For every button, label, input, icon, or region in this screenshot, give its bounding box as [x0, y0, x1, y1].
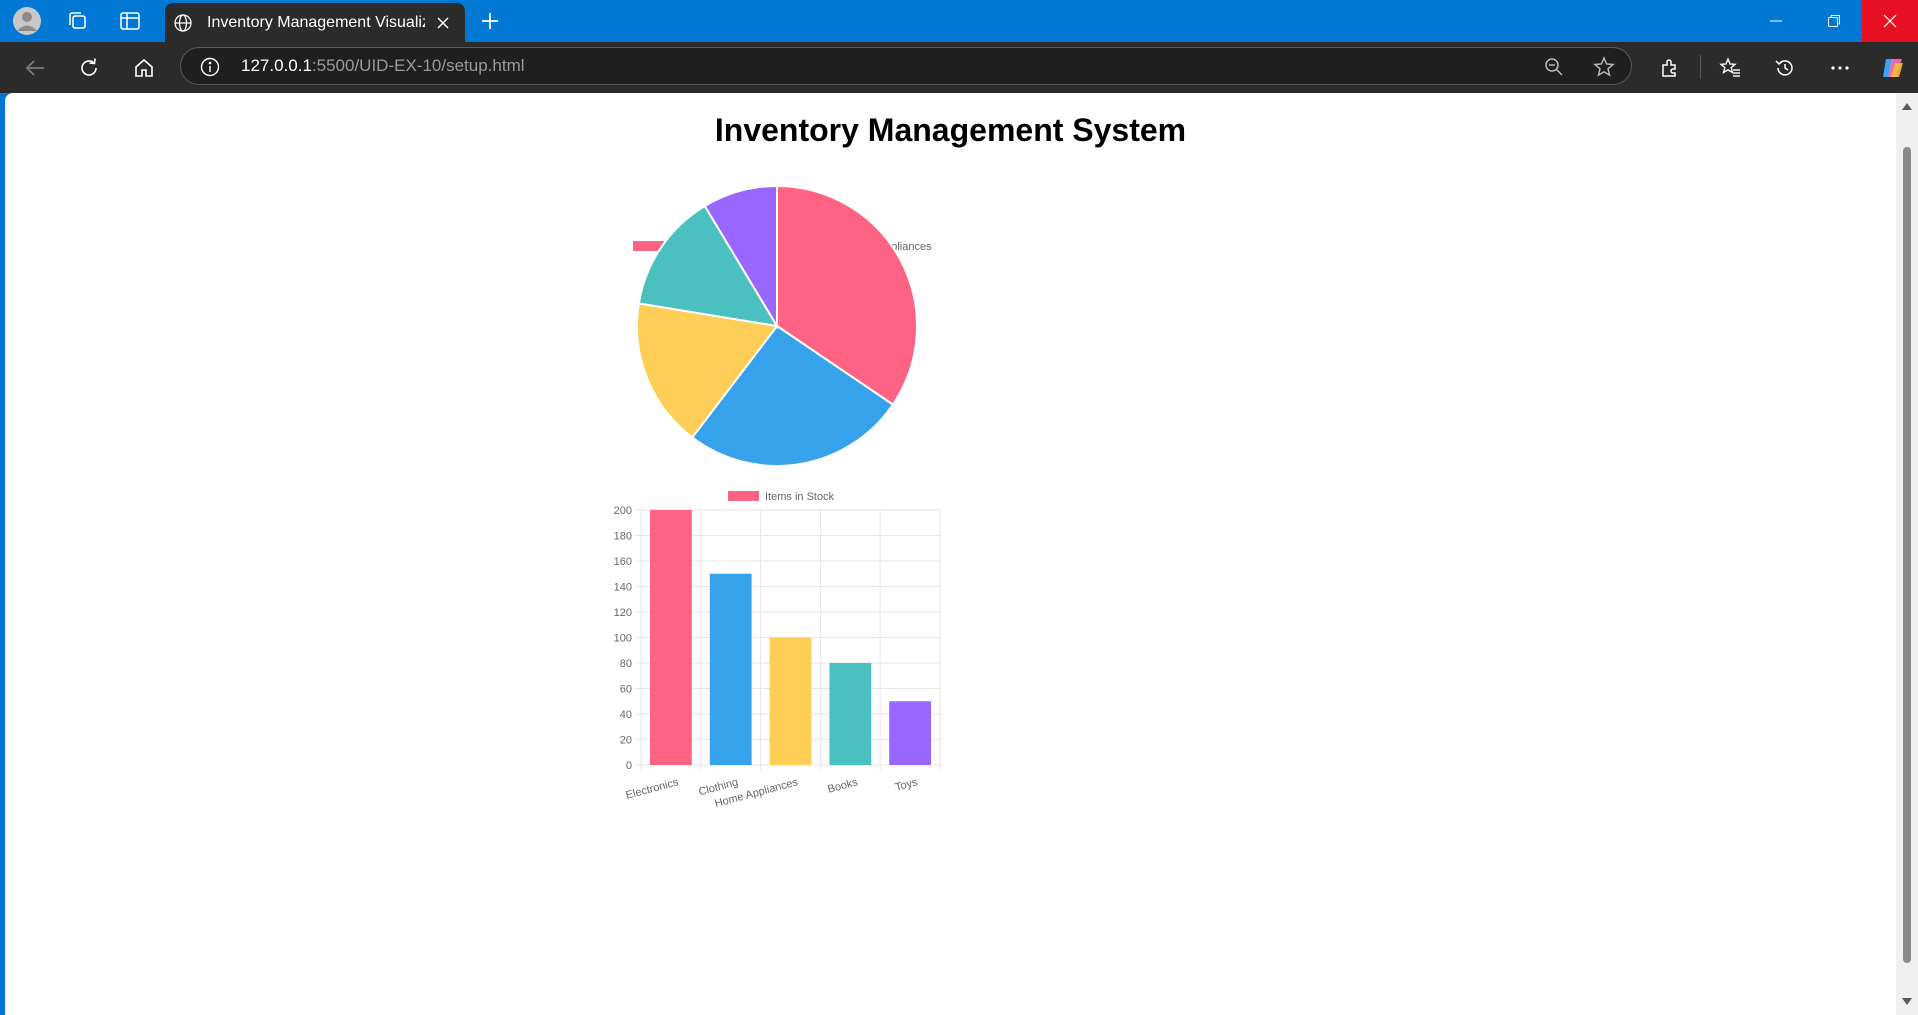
bar-electronics — [650, 510, 692, 765]
site-info-icon[interactable] — [199, 56, 221, 78]
y-tick-label: 200 — [614, 505, 632, 517]
extensions-icon[interactable] — [1652, 50, 1688, 86]
close-tab-icon[interactable] — [433, 13, 453, 33]
pie-chart: ElectronicsClothingHome AppliancesBooksT… — [633, 184, 932, 467]
y-tick-label: 20 — [620, 735, 632, 747]
favorite-star-icon[interactable] — [1591, 54, 1617, 80]
url-text: 127.0.0.1:5500/UID-EX-10/setup.html — [241, 56, 525, 76]
x-tick-label-toys: Toys — [894, 776, 919, 794]
refresh-icon[interactable] — [71, 50, 107, 86]
restore-icon[interactable] — [1805, 0, 1863, 42]
copilot-icon[interactable] — [1875, 50, 1911, 86]
workspaces-icon[interactable] — [59, 4, 95, 38]
y-tick-label: 0 — [626, 760, 632, 772]
address-bar[interactable]: 127.0.0.1:5500/UID-EX-10/setup.html — [180, 47, 1632, 85]
title-bar: Inventory Management Visualizat — [0, 0, 1918, 42]
bar-legend-swatch — [728, 491, 759, 501]
y-tick-label: 180 — [614, 531, 632, 543]
profile-avatar-icon[interactable] — [9, 4, 45, 38]
y-tick-label: 100 — [614, 633, 632, 645]
tab-title: Inventory Management Visualizat — [207, 13, 425, 31]
bar-home-appliances — [769, 637, 812, 765]
zoom-out-icon[interactable] — [1541, 54, 1567, 80]
bar-legend-label: Items in Stock — [765, 491, 835, 503]
globe-icon — [174, 13, 192, 32]
bar-books — [829, 663, 872, 765]
home-icon[interactable] — [126, 50, 162, 86]
y-tick-label: 140 — [614, 582, 632, 594]
x-tick-label-electronics: Electronics — [625, 776, 681, 802]
url-path: :5500/UID-EX-10/setup.html — [311, 56, 525, 75]
minimize-icon[interactable] — [1747, 0, 1805, 42]
back-icon[interactable] — [17, 50, 53, 86]
more-menu-icon[interactable] — [1822, 50, 1858, 86]
browser-toolbar: 127.0.0.1:5500/UID-EX-10/setup.html — [0, 42, 1918, 93]
scroll-down-icon[interactable] — [1902, 998, 1912, 1005]
url-host: 127.0.0.1 — [241, 56, 312, 75]
y-tick-label: 80 — [620, 658, 632, 670]
new-tab-icon[interactable] — [472, 4, 508, 38]
y-tick-label: 40 — [620, 709, 632, 721]
bar-toys — [889, 701, 931, 765]
x-tick-label-books: Books — [826, 776, 859, 796]
y-tick-label: 120 — [614, 607, 632, 619]
bar-clothing — [709, 573, 752, 765]
y-tick-label: 160 — [614, 556, 632, 568]
tab-active[interactable]: Inventory Management Visualizat — [165, 3, 465, 42]
bar-chart: Items in Stock 0 20 40 60 80 100 120 140 160 180 20… — [614, 491, 941, 810]
y-tick-label: 60 — [620, 684, 632, 696]
toolbar-divider — [1700, 55, 1701, 79]
scroll-up-icon[interactable] — [1902, 103, 1912, 110]
close-window-icon[interactable] — [1862, 0, 1918, 42]
vertical-tabs-icon[interactable] — [112, 4, 148, 38]
favorites-icon[interactable] — [1712, 50, 1748, 86]
page-viewport: Inventory Management System ElectronicsC… — [5, 93, 1896, 1015]
history-icon[interactable] — [1767, 50, 1803, 86]
vertical-scrollbar[interactable] — [1896, 93, 1918, 1015]
scrollbar-thumb[interactable] — [1903, 147, 1911, 963]
